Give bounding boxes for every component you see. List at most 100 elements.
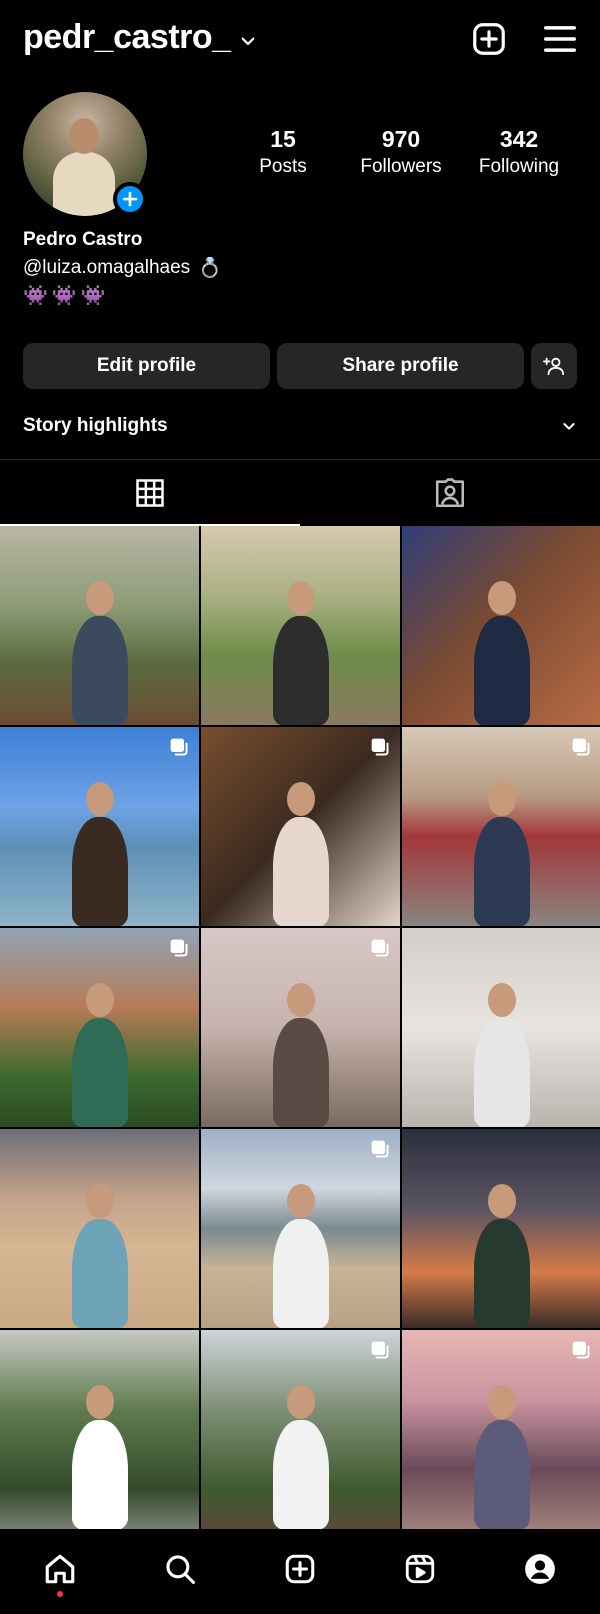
bio-emojis: 👾👾👾 [23,285,110,307]
carousel-icon [170,738,188,756]
edit-profile-button[interactable]: Edit profile [23,343,270,389]
username: pedr_castro_ [23,18,231,56]
stat-label: Following [478,156,560,177]
post-thumbnail[interactable] [201,1330,400,1529]
profile-icon [525,1554,555,1584]
story-highlights-title: Story highlights [23,415,168,436]
photo-subject-head [86,782,114,816]
photo-subject [273,817,329,926]
hamburger-menu-icon[interactable] [541,20,579,58]
notification-dot [57,1591,63,1597]
tagged-person-icon [435,478,465,508]
nav-home[interactable] [40,1549,80,1597]
photo-subject [273,1420,329,1529]
stat-value: 970 [381,126,421,152]
following-count[interactable]: 342 Following [460,126,578,178]
carousel-icon [371,738,389,756]
post-thumbnail[interactable] [402,1129,600,1328]
posts-grid [0,526,600,1529]
tab-tagged[interactable] [300,460,600,526]
profile-tabs [0,460,600,526]
plus-square-icon[interactable] [470,20,508,58]
nav-reels[interactable] [400,1549,440,1589]
carousel-icon [371,1341,389,1359]
photo-subject-head [488,1184,516,1218]
photo-subject [474,1219,530,1328]
post-thumbnail[interactable] [201,526,400,725]
stat-value: 15 [270,126,296,152]
photo-subject [273,1219,329,1328]
carousel-icon [572,738,590,756]
profile-avatar[interactable] [23,92,147,216]
photo-subject [72,1018,128,1127]
post-thumbnail[interactable] [0,1330,199,1529]
post-thumbnail[interactable] [201,727,400,926]
photo-subject-head [287,983,315,1017]
discover-people-button[interactable] [531,343,577,389]
stat-value: 342 [499,126,539,152]
full-name: Pedro Castro [23,229,143,250]
carousel-icon [371,939,389,957]
photo-subject-head [488,581,516,615]
home-icon [45,1554,75,1584]
stat-label: Followers [360,156,442,177]
photo-subject-head [488,1385,516,1419]
photo-subject-head [287,1385,315,1419]
photo-subject-head [86,983,114,1017]
post-thumbnail[interactable] [0,928,199,1127]
carousel-icon [572,1341,590,1359]
posts-count[interactable]: 15 Posts [224,126,342,178]
photo-subject [474,1018,530,1127]
post-thumbnail[interactable] [402,1330,600,1529]
post-thumbnail[interactable] [402,727,600,926]
nav-create[interactable] [280,1549,320,1589]
photo-subject [474,817,530,926]
chevron-down-icon [241,37,254,45]
bottom-nav [0,1529,600,1614]
photo-subject-head [86,1385,114,1419]
photo-subject-head [488,782,516,816]
tab-grid[interactable] [0,460,300,526]
followers-count[interactable]: 970 Followers [342,126,460,178]
bio-line: @luiza.omagalhaes 💍 [23,256,222,280]
photo-subject [474,616,530,725]
post-thumbnail[interactable] [0,727,199,926]
photo-subject-head [287,1184,315,1218]
photo-subject [72,1420,128,1529]
share-profile-button[interactable]: Share profile [277,343,524,389]
add-person-icon [543,357,565,376]
post-thumbnail[interactable] [201,928,400,1127]
bio-mention-link[interactable]: @luiza.omagalhaes [23,257,190,279]
photo-subject [273,616,329,725]
post-thumbnail[interactable] [402,526,600,725]
photo-subject-head [287,581,315,615]
nav-profile[interactable] [520,1549,560,1589]
photo-subject-head [287,782,315,816]
post-thumbnail[interactable] [0,1129,199,1328]
carousel-icon [170,939,188,957]
ring-emoji: 💍 [198,258,222,279]
photo-subject [72,817,128,926]
search-icon [166,1555,196,1585]
photo-subject-head [86,581,114,615]
photo-subject [72,1219,128,1328]
top-bar: pedr_castro_ [0,0,600,80]
carousel-icon [371,1140,389,1158]
photo-subject [474,1420,530,1529]
reels-icon [405,1554,435,1584]
post-thumbnail[interactable] [0,526,199,725]
photo-subject [273,1018,329,1127]
post-thumbnail[interactable] [402,928,600,1127]
plus-square-icon [285,1554,315,1584]
photo-subject [72,616,128,725]
add-story-icon[interactable] [113,182,147,216]
grid-icon [136,479,164,507]
profile-stats: 15 Posts 970 Followers 342 Following [224,126,578,178]
account-switcher[interactable]: pedr_castro_ [23,18,257,57]
story-highlights-toggle[interactable]: Story highlights [23,415,577,437]
photo-subject-head [86,1184,114,1218]
chevron-down-icon [563,423,575,430]
photo-subject-head [488,983,516,1017]
nav-search[interactable] [160,1549,200,1589]
post-thumbnail[interactable] [201,1129,400,1328]
